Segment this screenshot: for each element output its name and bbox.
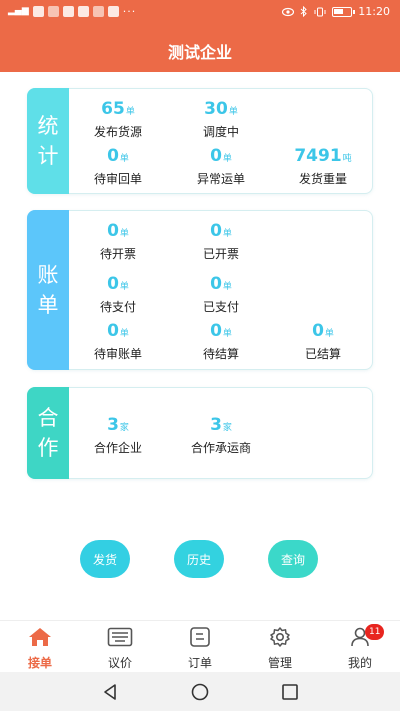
bill-label: 待审账单	[93, 347, 142, 361]
bill-value: 0单	[210, 274, 232, 294]
gear-icon	[267, 625, 293, 649]
bills-tag-char: 单	[37, 293, 59, 317]
coop-label: 合作承运商	[190, 441, 251, 455]
stats-card: 统 计 65单 发布货源 30单 调度中 0单 待审回单 0单 异常运单 749…	[27, 88, 373, 194]
recents-icon[interactable]	[280, 682, 300, 702]
status-icons-left: ▂▄▆ ···	[8, 6, 136, 17]
notification-app-icon	[32, 6, 44, 17]
keyboard-icon	[107, 625, 133, 649]
home-icon	[27, 625, 53, 649]
app-bar: 测试企业	[0, 26, 400, 72]
partner-companies[interactable]: 3家 合作企业	[78, 415, 158, 456]
notification-app-icon	[92, 6, 104, 17]
coop-label: 合作企业	[93, 441, 142, 455]
stats-tag: 统 计	[27, 88, 69, 194]
notification-app-icon	[107, 6, 119, 17]
bill-to-settle[interactable]: 0单 待结算	[181, 321, 261, 362]
stat-label: 待审回单	[93, 172, 142, 186]
bills-tag: 账 单	[27, 210, 69, 370]
stats-tag-char: 统	[37, 114, 59, 138]
bill-to-invoice[interactable]: 0单 待开票	[78, 221, 158, 262]
tab-label: 接单	[27, 656, 52, 670]
tab-orders-receive[interactable]: 接单	[5, 625, 75, 671]
stat-value: 7491吨	[294, 146, 352, 166]
cooperation-tag: 合 作	[27, 387, 69, 479]
bill-label: 待结算	[202, 347, 239, 361]
bill-to-pay[interactable]: 0单 待支付	[78, 274, 158, 315]
stat-value: 0单	[107, 146, 129, 166]
bottom-tab-bar: 接单 议价 订单 管理 11 我的	[0, 620, 400, 672]
stat-label: 调度中	[202, 125, 239, 139]
bill-settled[interactable]: 0单 已结算	[283, 321, 363, 362]
bill-pending-review[interactable]: 0单 待审账单	[78, 321, 158, 362]
stats-tag-char: 计	[37, 144, 59, 168]
notification-app-icon	[62, 6, 74, 17]
bill-invoiced[interactable]: 0单 已开票	[181, 221, 261, 262]
bill-value: 0单	[312, 321, 334, 341]
battery-icon	[332, 6, 356, 17]
coop-value: 3家	[210, 415, 232, 435]
stat-label: 异常运单	[196, 172, 245, 186]
partner-carriers[interactable]: 3家 合作承运商	[178, 415, 264, 456]
system-nav-bar	[0, 672, 400, 711]
vibrate-icon	[314, 7, 326, 16]
bill-label: 已结算	[304, 347, 341, 361]
clock: 11:20	[358, 5, 390, 18]
query-button[interactable]: 查询	[268, 540, 318, 578]
stat-abnormal-waybill[interactable]: 0单 异常运单	[181, 146, 261, 187]
tab-orders[interactable]: 订单	[165, 625, 235, 671]
cooperation-tag-char: 作	[37, 436, 59, 460]
order-icon	[187, 625, 213, 649]
bill-paid[interactable]: 0单 已支付	[181, 274, 261, 315]
status-bar: ▂▄▆ ··· 11:20	[0, 0, 400, 26]
bluetooth-icon	[300, 6, 308, 17]
bills-card: 账 单 0单 待开票 0单 已开票 0单 待支付 0单 已支付 0单 待审账单 …	[27, 210, 373, 370]
stat-value: 65单	[101, 99, 135, 119]
bill-value: 0单	[210, 221, 232, 241]
stat-shipping-weight[interactable]: 7491吨 发货重量	[283, 146, 363, 187]
eye-icon	[282, 7, 295, 16]
notification-badge: 11	[365, 624, 385, 640]
status-icons-right: 11:20	[282, 5, 390, 18]
bill-value: 0单	[107, 274, 129, 294]
tab-label: 管理	[267, 656, 292, 670]
tab-label: 我的	[347, 656, 372, 670]
cooperation-tag-char: 合	[37, 406, 59, 430]
coop-value: 3家	[107, 415, 129, 435]
tab-label: 订单	[187, 656, 212, 670]
bill-label: 已开票	[202, 247, 239, 261]
tab-mine[interactable]: 11 我的	[325, 624, 395, 671]
bill-value: 0单	[107, 321, 129, 341]
tab-bargain[interactable]: 议价	[85, 625, 155, 671]
stat-dispatching[interactable]: 30单 调度中	[181, 99, 261, 140]
bill-label: 待支付	[99, 300, 136, 314]
tab-label: 议价	[107, 656, 132, 670]
bill-value: 0单	[107, 221, 129, 241]
stat-pending-receipt[interactable]: 0单 待审回单	[78, 146, 158, 187]
stat-published-cargo[interactable]: 65单 发布货源	[78, 99, 158, 140]
notification-app-icon	[47, 6, 59, 17]
signal-icon: ▂▄▆	[8, 6, 29, 16]
cooperation-card: 合 作 3家 合作企业 3家 合作承运商	[27, 387, 373, 479]
more-notifications-icon: ···	[122, 5, 137, 18]
stat-label: 发布货源	[93, 125, 142, 139]
back-icon[interactable]	[100, 682, 120, 702]
stat-value: 30单	[204, 99, 238, 119]
home-nav-icon[interactable]	[190, 682, 210, 702]
stat-value: 0单	[210, 146, 232, 166]
history-button[interactable]: 历史	[174, 540, 224, 578]
bills-tag-char: 账	[37, 263, 59, 287]
page-title: 测试企业	[167, 43, 232, 62]
stat-label: 发货重量	[298, 172, 347, 186]
tab-manage[interactable]: 管理	[245, 625, 315, 671]
bill-value: 0单	[210, 321, 232, 341]
ship-button[interactable]: 发货	[80, 540, 130, 578]
bill-label: 待开票	[99, 247, 136, 261]
bill-label: 已支付	[202, 300, 239, 314]
notification-app-icon	[77, 6, 89, 17]
